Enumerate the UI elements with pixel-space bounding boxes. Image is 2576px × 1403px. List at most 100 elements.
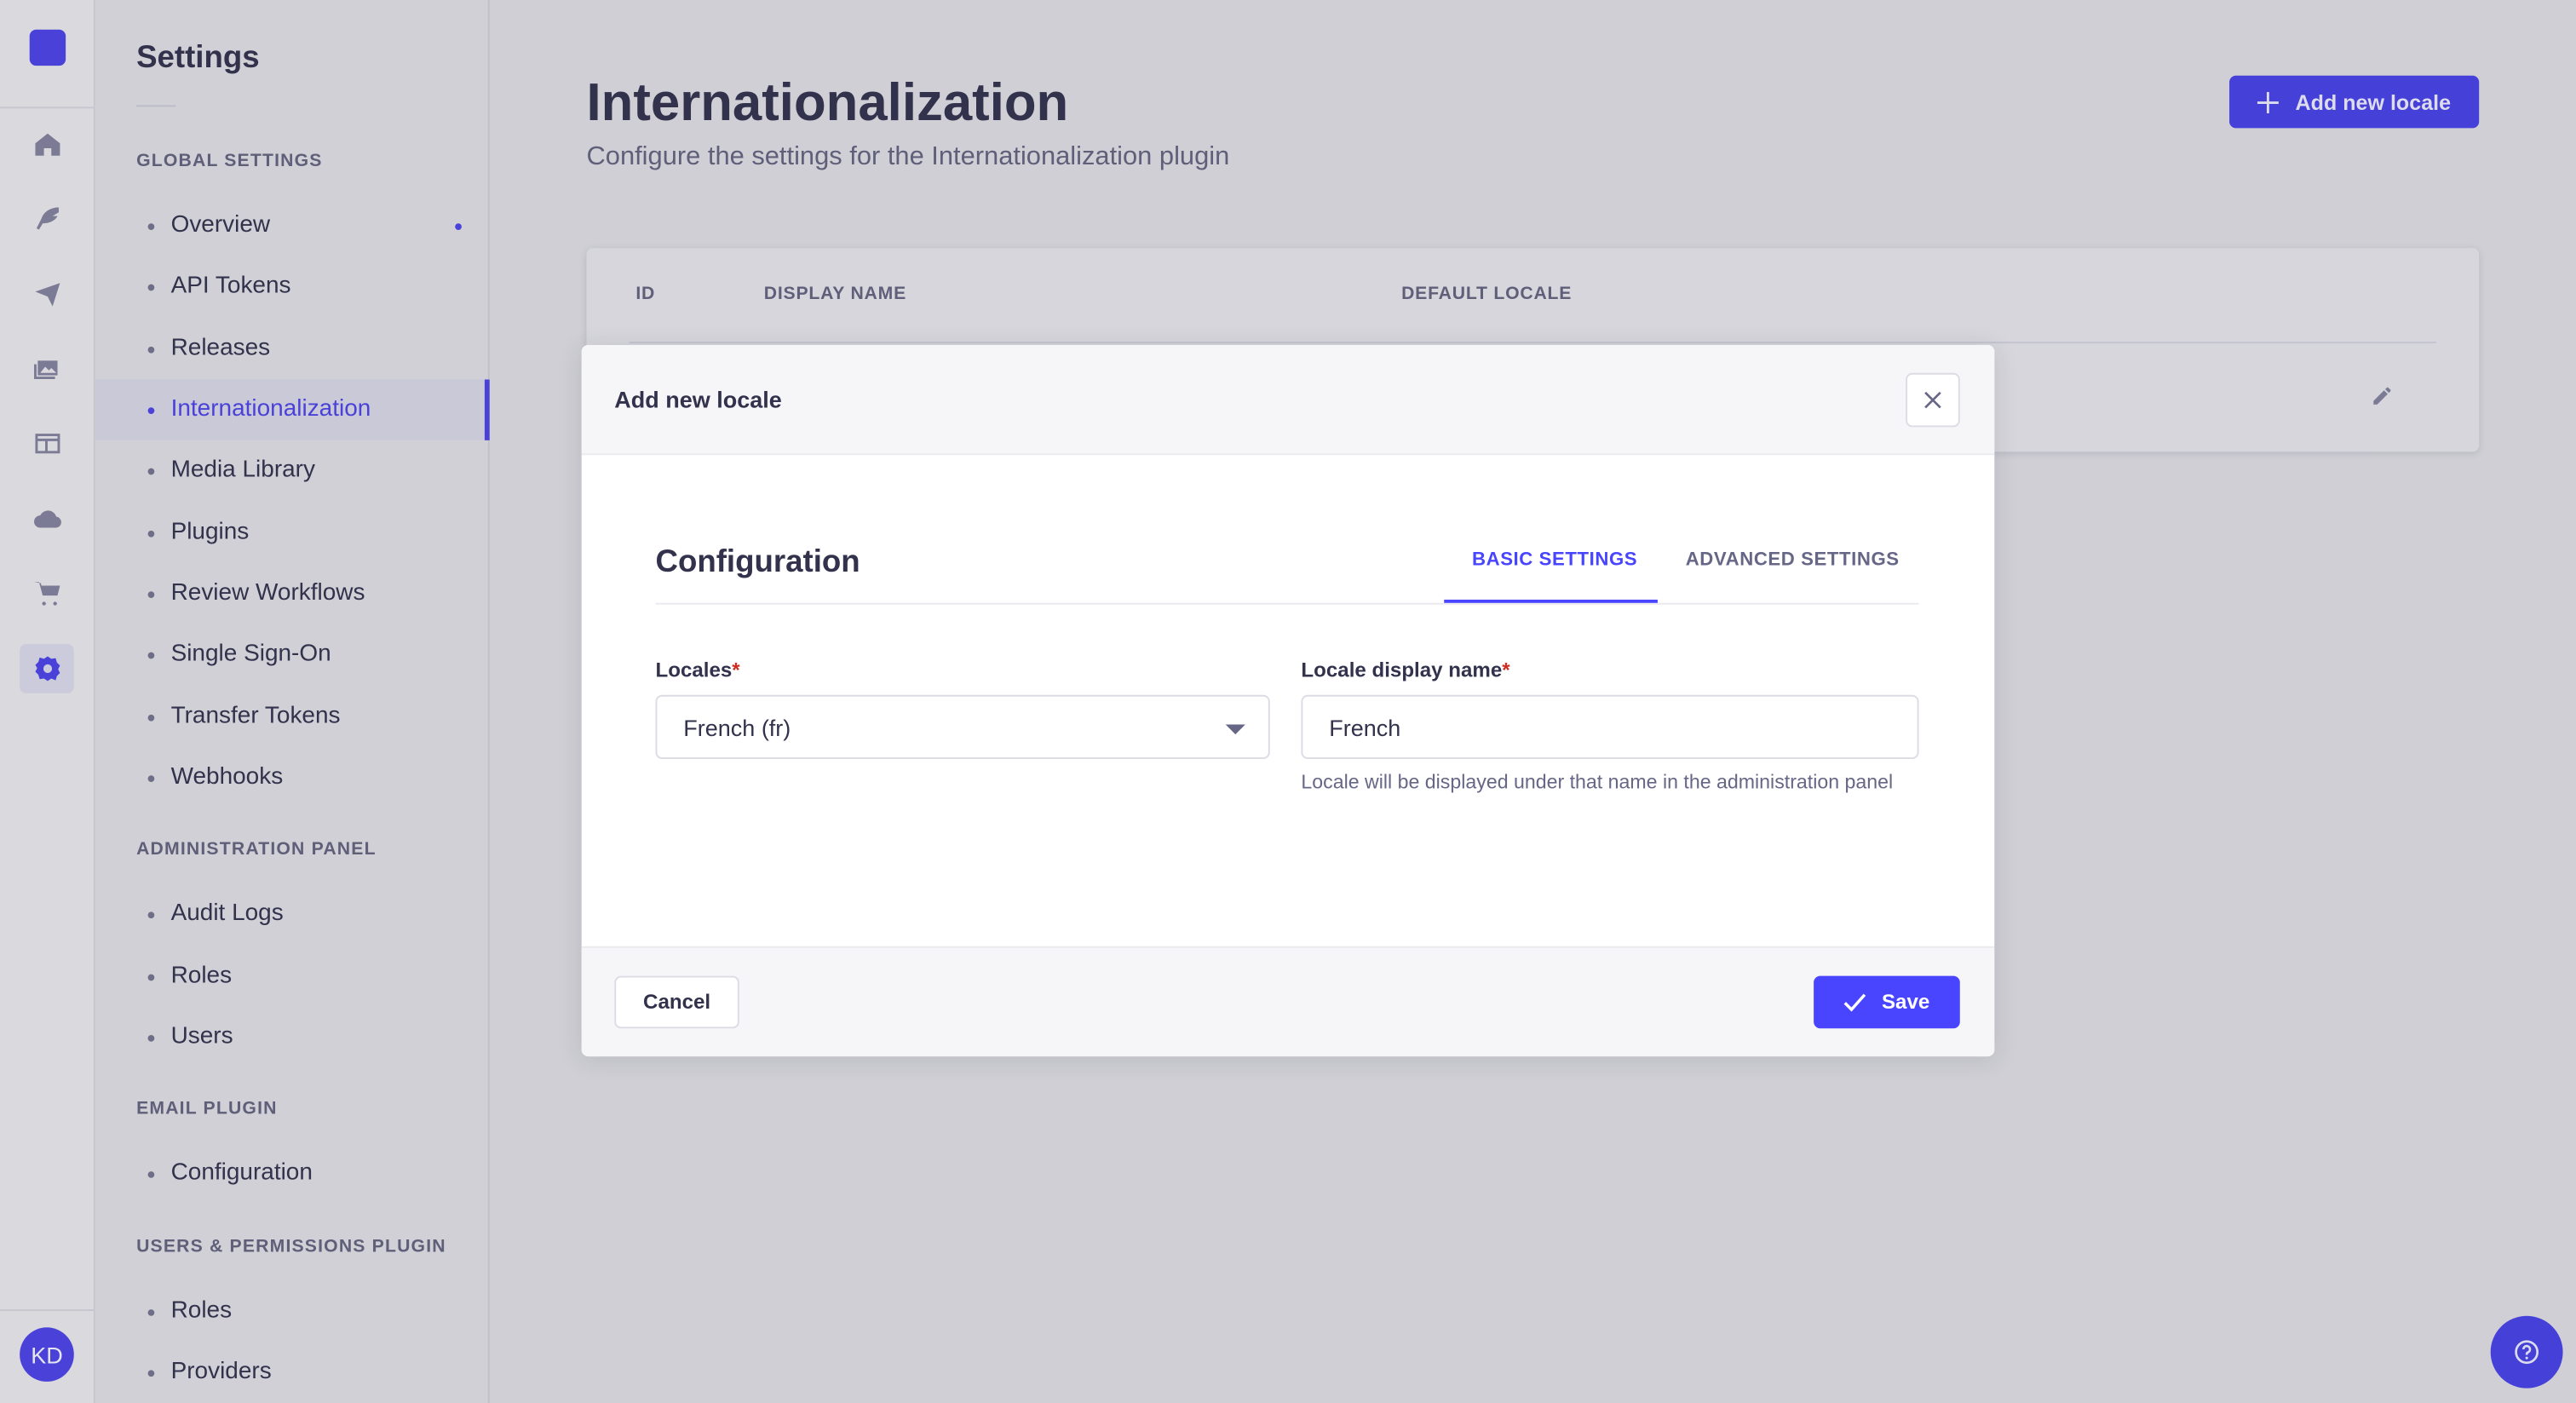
sidebar-item-providers[interactable]: Providers (95, 1342, 488, 1403)
bullet (147, 469, 155, 475)
sidebar-item-api-tokens[interactable]: API Tokens (95, 256, 488, 318)
sidebar-item-overview[interactable]: Overview (95, 195, 488, 256)
media-library-icon (33, 360, 57, 380)
locale-display-name-hint: Locale will be displayed under that name… (1301, 770, 1894, 794)
settings-icon (34, 656, 60, 681)
section-header: GLOBAL SETTINGS (136, 151, 323, 171)
divider (0, 1309, 94, 1311)
sidebar-item-label: Webhooks (170, 763, 284, 791)
sidebar-item-plugins[interactable]: Plugins (95, 502, 488, 563)
tab-basic-settings[interactable]: BASIC SETTINGS (1472, 550, 1637, 570)
save-button[interactable]: Save (1814, 975, 1960, 1029)
divider (136, 105, 176, 107)
content-type-builder-icon (34, 434, 60, 454)
sidebar-item-single-sign-on[interactable]: Single Sign-On (95, 624, 488, 686)
sidebar-item-transfer-tokens[interactable]: Transfer Tokens (95, 686, 488, 747)
divider (629, 342, 2437, 344)
column-header-display-name[interactable]: DISPLAY NAME (764, 285, 906, 304)
sidebar-item-label: Overview (170, 211, 271, 239)
sidebar-item-label: Providers (170, 1358, 272, 1385)
sidebar-item-internationalization[interactable]: Internationalization (95, 379, 490, 442)
bullet (147, 407, 155, 414)
sidebar-item-configuration[interactable]: Configuration (95, 1144, 488, 1205)
help-button[interactable] (2490, 1315, 2563, 1389)
marketplace-nav-link[interactable] (20, 568, 74, 618)
close-icon (1924, 391, 1941, 409)
section-header: EMAIL PLUGIN (136, 1099, 278, 1119)
bullet (147, 973, 155, 980)
active-tab-indicator (1444, 599, 1658, 603)
sidebar-item-label: Users (170, 1023, 233, 1050)
tab-advanced-settings[interactable]: ADVANCED SETTINGS (1686, 550, 1900, 570)
strapi-logo[interactable] (29, 29, 66, 66)
column-header-default-locale[interactable]: DEFAULT LOCALE (1401, 285, 1572, 304)
releases-nav-link[interactable] (20, 269, 74, 319)
bullet (147, 1308, 155, 1316)
marketplace-icon (33, 582, 60, 606)
add-new-locale-button[interactable]: Add new locale (2229, 75, 2480, 129)
bullet (147, 285, 155, 291)
bullet (147, 530, 155, 537)
save-label: Save (1881, 990, 1930, 1014)
sidebar-item-review-workflows[interactable]: Review Workflows (95, 563, 488, 624)
sidebar-item-label: Plugins (170, 518, 250, 545)
bullet (147, 1171, 155, 1179)
caret-down-icon (1225, 724, 1245, 735)
content-type-builder-nav-link[interactable] (20, 419, 74, 469)
add-new-locale-label: Add new locale (2295, 89, 2452, 115)
cloud-icon (33, 510, 60, 528)
tabs-divider (655, 602, 1919, 605)
modal-title: Add new locale (614, 386, 782, 413)
sidebar-item-roles[interactable]: Roles (95, 946, 488, 1007)
cloud-nav-link[interactable] (20, 494, 74, 543)
sidebar-item-roles[interactable]: Roles (95, 1281, 488, 1343)
bullet (147, 775, 155, 782)
sidebar-item-label: API Tokens (170, 273, 291, 300)
page-subtitle: Configure the settings for the Internati… (586, 142, 1230, 171)
close-button[interactable] (1906, 372, 1960, 428)
check-icon (1844, 993, 1866, 1012)
home-nav-link[interactable] (20, 120, 74, 170)
sidebar-item-label: Review Workflows (170, 579, 365, 607)
bullet (147, 223, 155, 230)
sidebar-item-label: Media Library (170, 457, 315, 484)
divider (0, 106, 94, 109)
locale-display-name-label: Locale display name* (1301, 658, 1510, 682)
app: KD Settings GLOBAL SETTINGS Overview API T… (0, 0, 2576, 1403)
settings-nav-link[interactable] (20, 643, 74, 693)
modal-header: Add new locale (581, 344, 1995, 456)
bullet (147, 1370, 155, 1377)
content-manager-nav-link[interactable] (20, 194, 74, 244)
bullet (147, 714, 155, 721)
settings-sidebar: Settings GLOBAL SETTINGS Overview API Toke… (95, 0, 490, 1403)
media-library-nav-link[interactable] (20, 343, 74, 393)
locale-display-name-input[interactable]: French (1301, 694, 1919, 759)
avatar[interactable]: KD (20, 1327, 74, 1382)
sidebar-item-users[interactable]: Users (95, 1007, 488, 1068)
releases-icon (34, 283, 60, 307)
modal-footer: Cancel Save (581, 946, 1995, 1057)
add-locale-modal: Add new locale Configuration BASIC SETTI… (581, 344, 1995, 1057)
locales-label: Locales* (655, 658, 740, 682)
sidebar-item-audit-logs[interactable]: Audit Logs (95, 884, 488, 946)
section-header: ADMINISTRATION PANEL (136, 840, 377, 860)
question-icon (2515, 1340, 2539, 1365)
bullet (147, 346, 155, 353)
pencil-icon[interactable] (2371, 384, 2394, 407)
locales-select[interactable]: French (fr) (655, 694, 1270, 759)
sidebar-item-media-library[interactable]: Media Library (95, 440, 488, 502)
content-manager-icon (35, 207, 58, 230)
main-nav-rail: KD (0, 0, 95, 1403)
notification-dot (455, 223, 462, 230)
column-header-id[interactable]: ID (635, 285, 655, 304)
sidebar-item-label: Releases (170, 334, 271, 361)
sidebar-title: Settings (136, 41, 260, 76)
bullet (147, 653, 155, 659)
sidebar-item-webhooks[interactable]: Webhooks (95, 747, 488, 808)
bullet (147, 591, 155, 598)
locales-select-value: French (fr) (683, 713, 791, 740)
cancel-button[interactable]: Cancel (614, 975, 739, 1029)
sidebar-item-label: Configuration (170, 1160, 313, 1187)
sidebar-item-releases[interactable]: Releases (95, 318, 488, 379)
locale-display-name-value: French (1329, 713, 1401, 740)
